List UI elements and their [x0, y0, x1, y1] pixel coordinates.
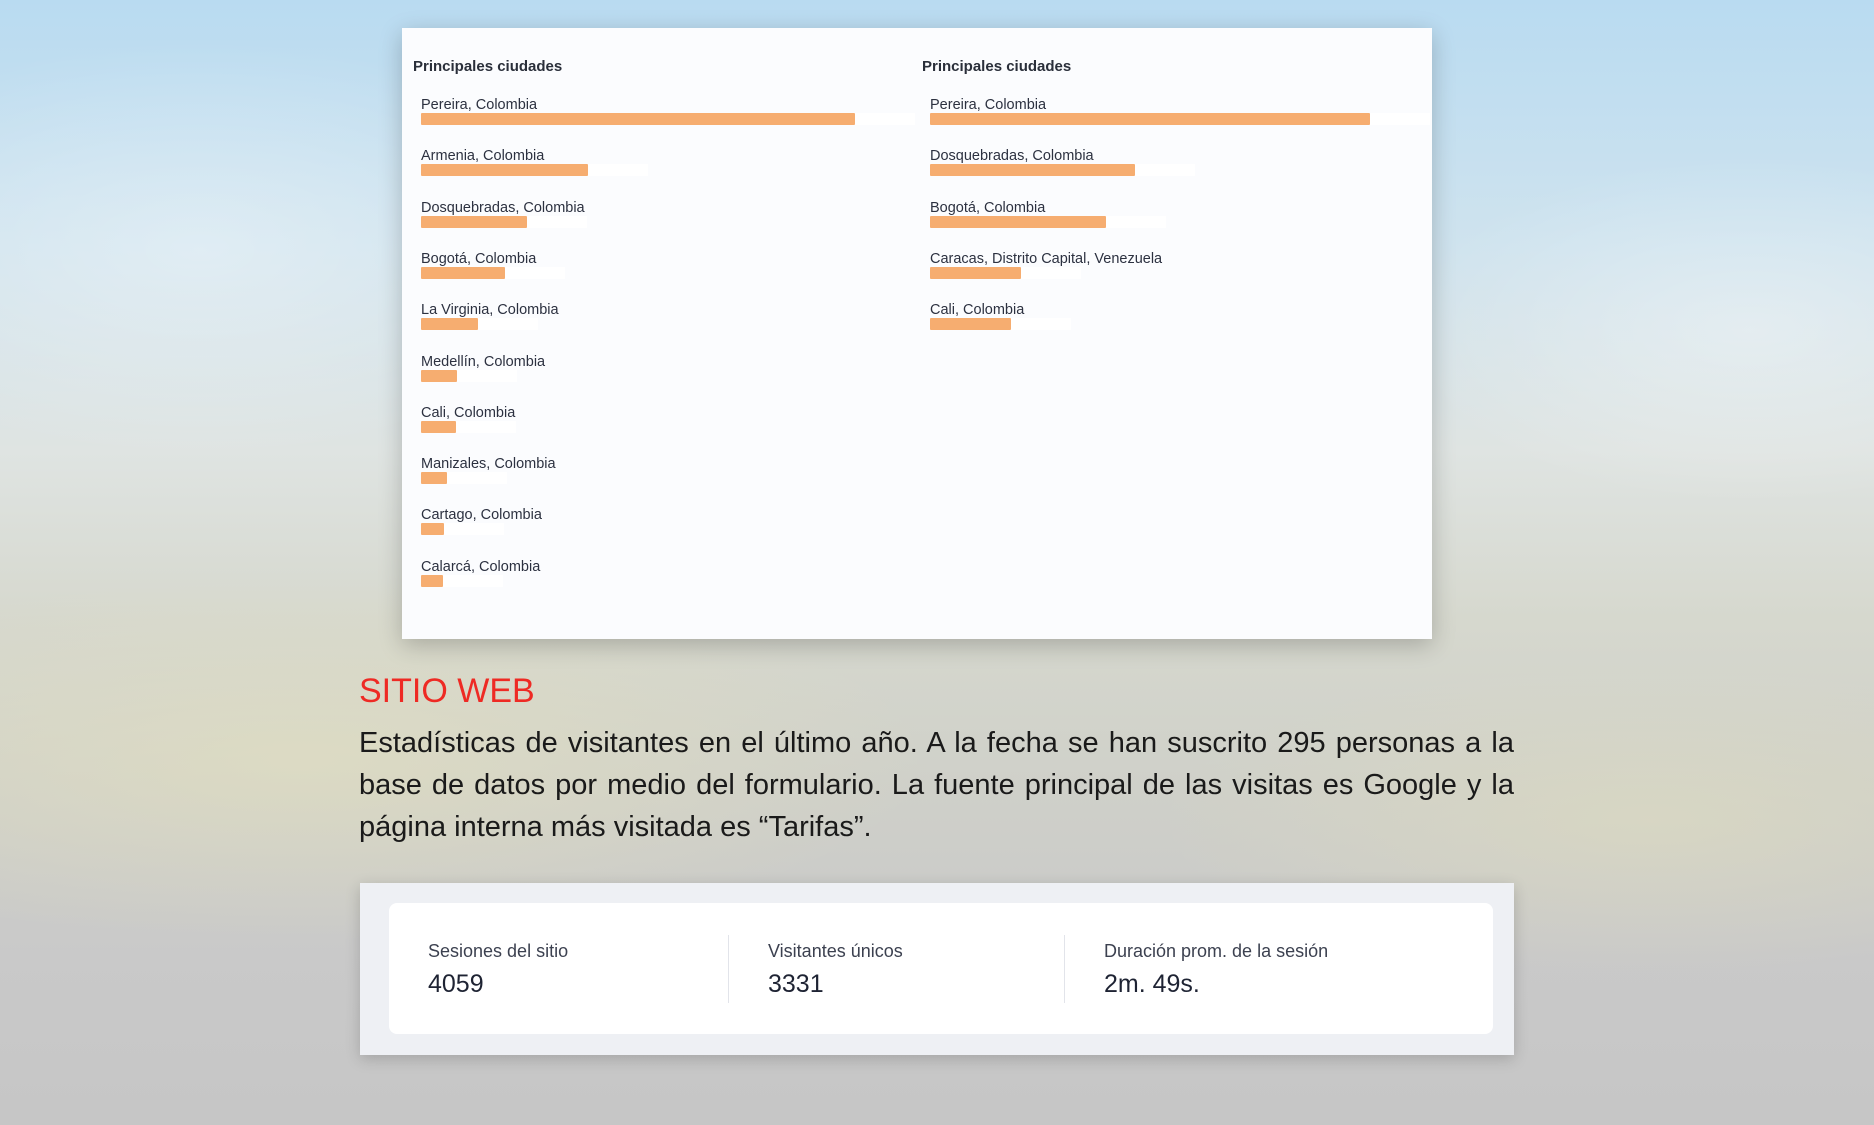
city-label: Caracas, Distrito Capital, Venezuela: [930, 250, 1163, 267]
stat-unique-visitors-label: Visitantes únicos: [768, 941, 903, 961]
city-bar: [421, 472, 448, 485]
stats-card: Sesiones del sitio 4059 Visitantes único…: [389, 903, 1493, 1034]
city-label: Cali, Colombia: [930, 302, 1025, 319]
city-bar: [421, 420, 456, 433]
city-bar: [421, 266, 505, 279]
stats-frame: Sesiones del sitio 4059 Visitantes único…: [360, 883, 1514, 1055]
stat-sessions: Sesiones del sitio 4059: [428, 941, 568, 999]
city-label: Pereira, Colombia: [930, 97, 1047, 113]
city-bar: [421, 574, 443, 587]
city-bar: [930, 266, 1022, 279]
city-label: Dosquebradas, Colombia: [930, 148, 1094, 165]
city-bar: [930, 215, 1106, 228]
right-cities-title: Principales ciudades: [922, 58, 1072, 75]
city-label: Armenia, Colombia: [421, 148, 545, 165]
stat-divider: [1064, 935, 1065, 1003]
city-label: Bogotá, Colombia: [421, 250, 537, 267]
stat-session-duration: Duración prom. de la sesión 2m. 49s.: [1104, 941, 1328, 999]
stat-session-duration-label: Duración prom. de la sesión: [1104, 941, 1329, 961]
city-label: La Virginia, Colombia: [421, 302, 559, 319]
city-bar: [930, 113, 1370, 125]
section-title: SITIO WEB: [359, 672, 535, 710]
stat-unique-visitors: Visitantes únicos 3331: [768, 941, 903, 999]
city-bar: [421, 369, 458, 382]
city-label: Pereira, Colombia: [421, 97, 538, 113]
city-label: Medellín, Colombia: [421, 353, 546, 370]
city-bar: [930, 318, 1012, 331]
city-label: Manizales, Colombia: [421, 456, 556, 473]
city-bar: [421, 215, 528, 228]
city-label: Bogotá, Colombia: [930, 199, 1046, 216]
stat-sessions-label: Sesiones del sitio: [428, 941, 569, 961]
left-cities-title: Principales ciudades: [413, 58, 563, 75]
city-bar: [421, 523, 444, 536]
city-label: Cartago, Colombia: [421, 507, 542, 524]
section-description: Estadísticas de visitantes en el último …: [359, 727, 1514, 843]
stat-divider: [728, 935, 729, 1003]
city-bar: [421, 318, 479, 331]
stat-sessions-value: 4059: [428, 970, 484, 998]
city-label: Calarcá, Colombia: [421, 558, 541, 575]
city-bar: [421, 113, 855, 125]
city-bar: [930, 164, 1136, 177]
city-label: Cali, Colombia: [421, 404, 516, 421]
cities-panel: Principales ciudades Pereira, Colombia Ar…: [402, 28, 1432, 639]
stat-unique-visitors-value: 3331: [768, 970, 824, 998]
city-bar: [421, 164, 589, 177]
city-label: Dosquebradas, Colombia: [421, 199, 585, 216]
stat-session-duration-value: 2m. 49s.: [1104, 970, 1200, 998]
